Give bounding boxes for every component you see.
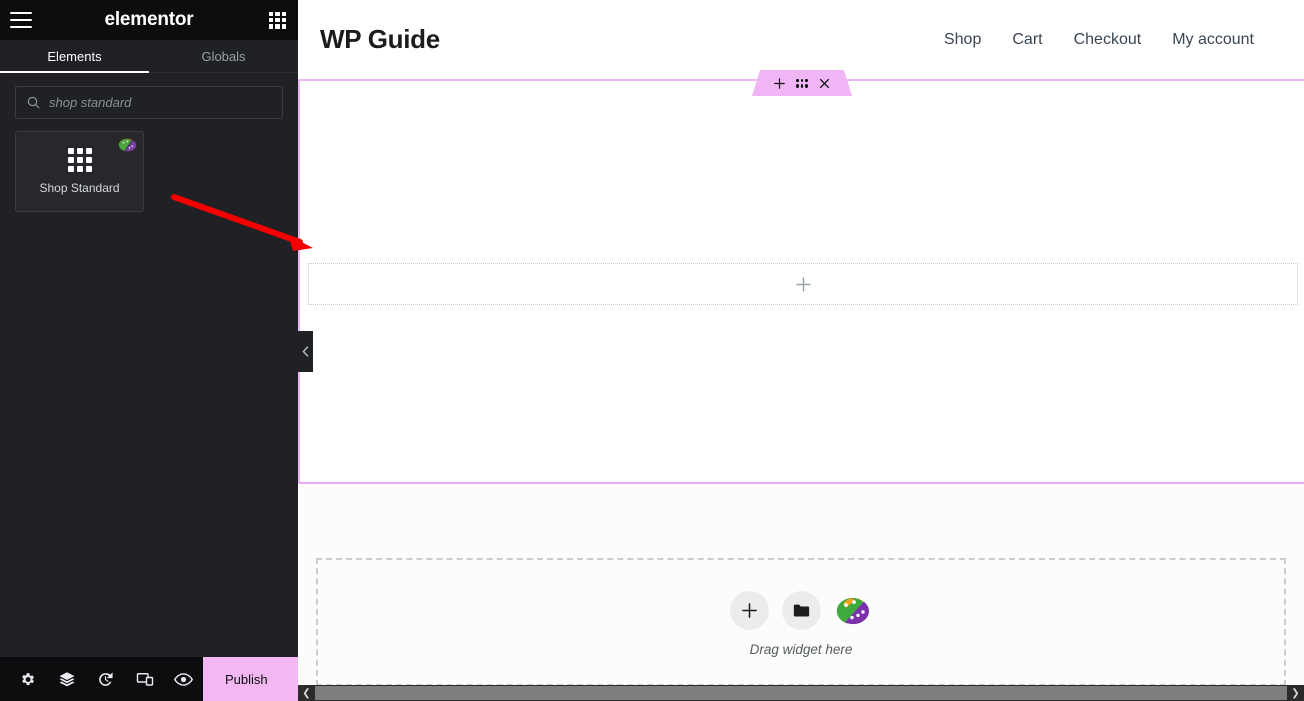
scrollbar-track[interactable] (315, 685, 1287, 701)
dropzone-label: Drag widget here (749, 642, 853, 657)
editor-canvas: WP Guide Shop Cart Checkout My account D… (298, 0, 1304, 701)
history-button[interactable] (86, 657, 125, 701)
folder-icon (793, 604, 809, 617)
tab-globals-label: Globals (201, 48, 246, 64)
panel-collapse-button[interactable] (298, 331, 313, 372)
dropzone-buttons (729, 591, 873, 630)
responsive-mode-button[interactable] (125, 657, 164, 701)
nav-link-cart[interactable]: Cart (1012, 31, 1042, 49)
menu-button[interactable] (10, 12, 32, 28)
plus-icon (741, 603, 757, 618)
add-widget-button[interactable] (729, 591, 769, 630)
footer-tools (0, 657, 203, 701)
publish-button-label: Publish (225, 671, 268, 687)
settings-button[interactable] (8, 657, 47, 701)
panel-header: elementor (0, 0, 298, 40)
nav-link-checkout[interactable]: Checkout (1074, 31, 1142, 49)
hamburger-icon (10, 12, 32, 28)
search-icon (27, 96, 40, 109)
drag-dots-icon (796, 78, 808, 88)
widget-shop-standard[interactable]: Shop Standard (15, 131, 144, 212)
section-dropzone-middle[interactable] (308, 263, 1298, 305)
color-palette-icon (836, 597, 870, 624)
elementor-logo: elementor (104, 9, 194, 30)
site-nav: Shop Cart Checkout My account (944, 31, 1282, 49)
nav-link-shop[interactable]: Shop (944, 31, 981, 49)
tab-elements-label: Elements (47, 48, 102, 64)
chevron-left-icon (302, 346, 309, 357)
empty-section: Drag widget here (298, 486, 1304, 686)
layers-icon (59, 672, 74, 687)
widget-dropzone[interactable]: Drag widget here (316, 558, 1286, 686)
plus-icon (774, 77, 785, 89)
grid-apps-icon (269, 11, 286, 29)
template-library-button[interactable] (781, 591, 821, 630)
widget-label: Shop Standard (39, 181, 120, 195)
plus-icon (795, 276, 811, 292)
preview-button[interactable] (164, 657, 203, 701)
site-header: WP Guide Shop Cart Checkout My account (298, 0, 1304, 79)
eye-icon (174, 672, 193, 686)
panel-tabs: Elements Globals (0, 40, 298, 73)
section-delete-button[interactable] (819, 78, 830, 89)
history-icon (99, 671, 113, 686)
navigator-button[interactable] (47, 657, 86, 701)
nav-link-my-account[interactable]: My account (1172, 31, 1254, 49)
panel-footer: Publish (0, 657, 324, 701)
gear-icon (22, 672, 35, 685)
section-add-button[interactable] (774, 77, 785, 89)
section-toolbar (752, 70, 852, 96)
tab-globals[interactable]: Globals (149, 40, 298, 72)
scroll-right-button[interactable]: ❯ (1287, 685, 1304, 701)
tab-elements[interactable]: Elements (0, 40, 149, 73)
close-x-icon (819, 78, 830, 88)
publish-button[interactable]: Publish (203, 657, 290, 701)
editor-panel: elementor Elements Globals shop standard… (0, 0, 324, 701)
scroll-left-button[interactable]: ❮ (298, 685, 315, 701)
scrollbar-thumb[interactable] (315, 686, 1287, 700)
horizontal-scrollbar[interactable]: ❮ ❯ (298, 685, 1304, 701)
site-title: WP Guide (320, 24, 440, 54)
elementor-editor: elementor Elements Globals shop standard… (0, 0, 1304, 701)
search-input-value: shop standard (49, 95, 132, 110)
section-drag-handle[interactable] (796, 78, 808, 88)
apps-button[interactable] (269, 11, 286, 29)
palette-badge-icon (118, 138, 137, 152)
widget-results-list: Shop Standard (0, 119, 298, 657)
search-area: shop standard (0, 73, 298, 119)
search-input[interactable]: shop standard (15, 86, 283, 119)
grid-widget-icon (67, 148, 92, 172)
device-icon (136, 673, 153, 686)
selected-section[interactable] (298, 79, 1304, 484)
color-palette-button[interactable] (834, 591, 873, 630)
